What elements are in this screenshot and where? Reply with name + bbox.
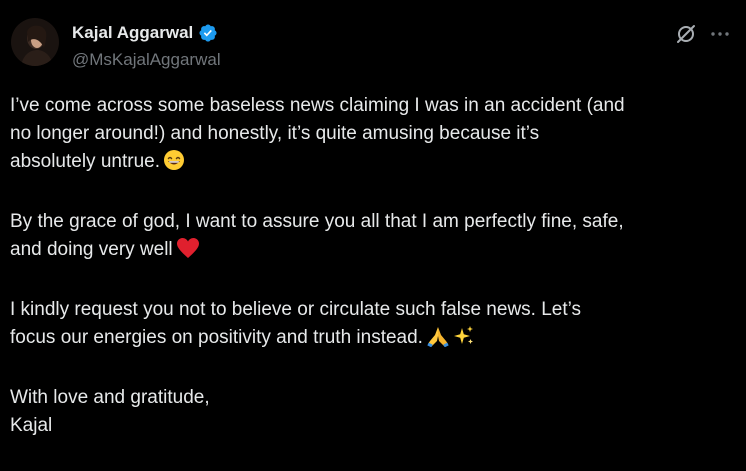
tweet-card: Kajal Aggarwal @MsKajalAggarwal I’ve com… <box>0 0 746 471</box>
tweet-paragraph-3: I kindly request you not to believe or c… <box>10 296 732 356</box>
grinning-face-emoji-icon <box>163 149 185 180</box>
more-options-icon <box>711 32 729 36</box>
tweet-line-text: and doing very well <box>10 239 173 260</box>
tweet-line: With love and gratitude, <box>10 387 210 408</box>
author-name-row: Kajal Aggarwal <box>72 22 218 44</box>
more-options-button[interactable] <box>708 22 732 46</box>
tweet-line: absolutely untrue. <box>10 148 732 180</box>
avatar[interactable] <box>11 18 59 66</box>
tweet-line-text: focus our energies on positivity and tru… <box>10 327 423 348</box>
tweet-line: focus our energies on positivity and tru… <box>10 324 732 356</box>
verified-badge-icon <box>198 23 218 43</box>
red-heart-emoji-icon <box>176 237 200 268</box>
tweet-text: I’ve come across some baseless news clai… <box>10 92 732 440</box>
tweet-line: Kajal <box>10 415 53 436</box>
folded-hands-emoji-icon <box>426 325 450 356</box>
tweet-paragraph-2: By the grace of god, I want to assure yo… <box>10 208 732 268</box>
author-display-name[interactable]: Kajal Aggarwal <box>72 23 193 43</box>
tweet-line: no longer around!) and honestly, it’s qu… <box>10 123 540 144</box>
tweet-line: By the grace of god, I want to assure yo… <box>10 211 624 232</box>
tweet-paragraph-4: With love and gratitude, Kajal <box>10 384 732 440</box>
tweet-line: and doing very well <box>10 236 732 268</box>
profile-photo-icon <box>11 18 59 66</box>
sparkles-emoji-icon <box>453 325 475 356</box>
tweet-line: I’ve come across some baseless news clai… <box>10 95 625 116</box>
grok-button[interactable] <box>674 22 698 46</box>
grok-icon <box>677 25 695 43</box>
tweet-line: I kindly request you not to believe or c… <box>10 299 582 320</box>
author-handle[interactable]: @MsKajalAggarwal <box>72 50 221 70</box>
tweet-paragraph-1: I’ve come across some baseless news clai… <box>10 92 732 180</box>
tweet-line-text: absolutely untrue. <box>10 151 160 172</box>
